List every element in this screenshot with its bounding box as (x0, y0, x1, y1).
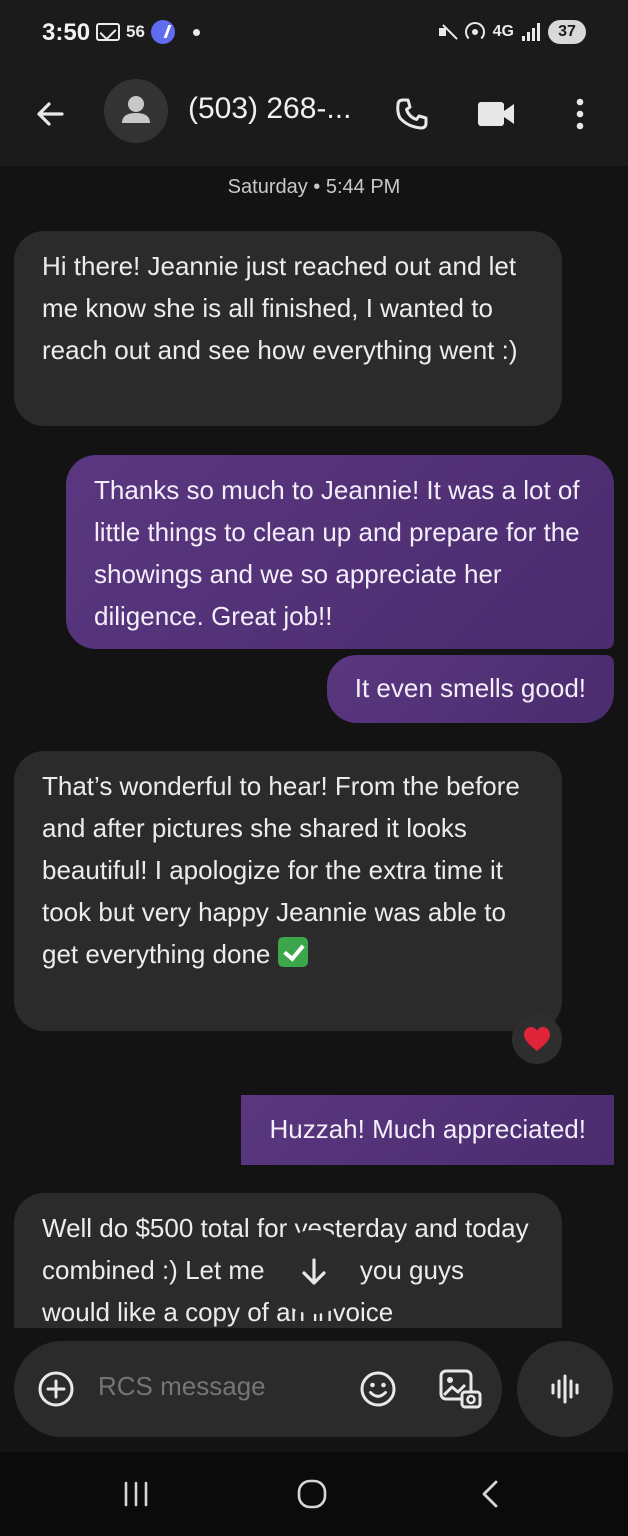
scroll-to-bottom-button[interactable] (272, 1230, 356, 1314)
add-icon (38, 1371, 74, 1407)
message-input[interactable] (98, 1371, 318, 1402)
home-button[interactable] (288, 1472, 336, 1516)
check-mark-emoji-icon (277, 937, 308, 967)
video-icon (478, 102, 514, 126)
gallery-button[interactable] (436, 1365, 484, 1413)
conversation-list[interactable]: Saturday • 5:44 PM Hi there! Jeannie jus… (0, 166, 628, 1328)
back-button[interactable] (26, 90, 74, 138)
video-call-button[interactable] (470, 90, 522, 138)
signal-icon (522, 23, 540, 41)
home-icon (297, 1479, 327, 1509)
gallery-icon (439, 1369, 482, 1409)
conversation-header: (503) 268-... (0, 66, 628, 166)
more-options-button[interactable] (556, 90, 604, 138)
incoming-message[interactable]: That’s wonderful to hear! From the befor… (14, 751, 562, 1031)
back-icon (482, 1480, 498, 1508)
emoji-icon (360, 1371, 396, 1407)
person-icon (122, 96, 150, 123)
voice-message-button[interactable] (517, 1341, 613, 1437)
phone-icon (396, 98, 428, 130)
outgoing-message[interactable]: It even smells good! (326, 655, 614, 723)
outgoing-message[interactable]: Huzzah! Much appreciated! (241, 1095, 614, 1165)
status-bar: 3:50 56 4G 37 (0, 0, 628, 66)
more-vert-icon (576, 98, 584, 130)
message-text: Thanks so much to Jeannie! It was a lot … (94, 475, 580, 631)
message-text: Hi there! Jeannie just reached out and l… (42, 251, 518, 365)
arrow-down-icon (302, 1258, 326, 1285)
battery-icon: 37 (548, 20, 586, 44)
recents-button[interactable] (110, 1472, 162, 1516)
system-nav-bar (0, 1452, 628, 1536)
status-right-icons: 4G 37 (438, 20, 586, 44)
messenger-icon (150, 20, 175, 44)
red-heart-icon (524, 1027, 550, 1051)
message-text: It even smells good! (354, 673, 586, 703)
network-type: 4G (492, 23, 514, 40)
hotspot-icon (464, 22, 485, 42)
emoji-button[interactable] (356, 1367, 400, 1411)
message-composer[interactable] (14, 1341, 502, 1437)
outgoing-message[interactable]: Thanks so much to Jeannie! It was a lot … (66, 455, 614, 649)
voice-icon (551, 1374, 579, 1404)
recents-icon (124, 1481, 148, 1507)
nav-back-button[interactable] (466, 1472, 514, 1516)
mail-icon (96, 23, 120, 41)
mute-icon (438, 23, 457, 41)
notification-dot-icon (192, 28, 200, 36)
back-arrow-icon (37, 102, 64, 126)
status-time: 3:50 (42, 19, 91, 46)
add-attachment-button[interactable] (36, 1369, 76, 1409)
composer-area (0, 1328, 628, 1452)
date-separator: Saturday • 5:44 PM (227, 176, 401, 198)
status-left-icons: 56 (96, 20, 200, 44)
incoming-message[interactable]: Hi there! Jeannie just reached out and l… (14, 231, 562, 426)
heart-reaction[interactable] (512, 1014, 562, 1064)
avatar[interactable] (104, 79, 168, 143)
call-button[interactable] (388, 90, 436, 138)
status-left-text: 56 (126, 22, 145, 41)
contact-name[interactable]: (503) 268-... (188, 92, 351, 126)
message-text: Huzzah! Much appreciated! (269, 1114, 586, 1144)
